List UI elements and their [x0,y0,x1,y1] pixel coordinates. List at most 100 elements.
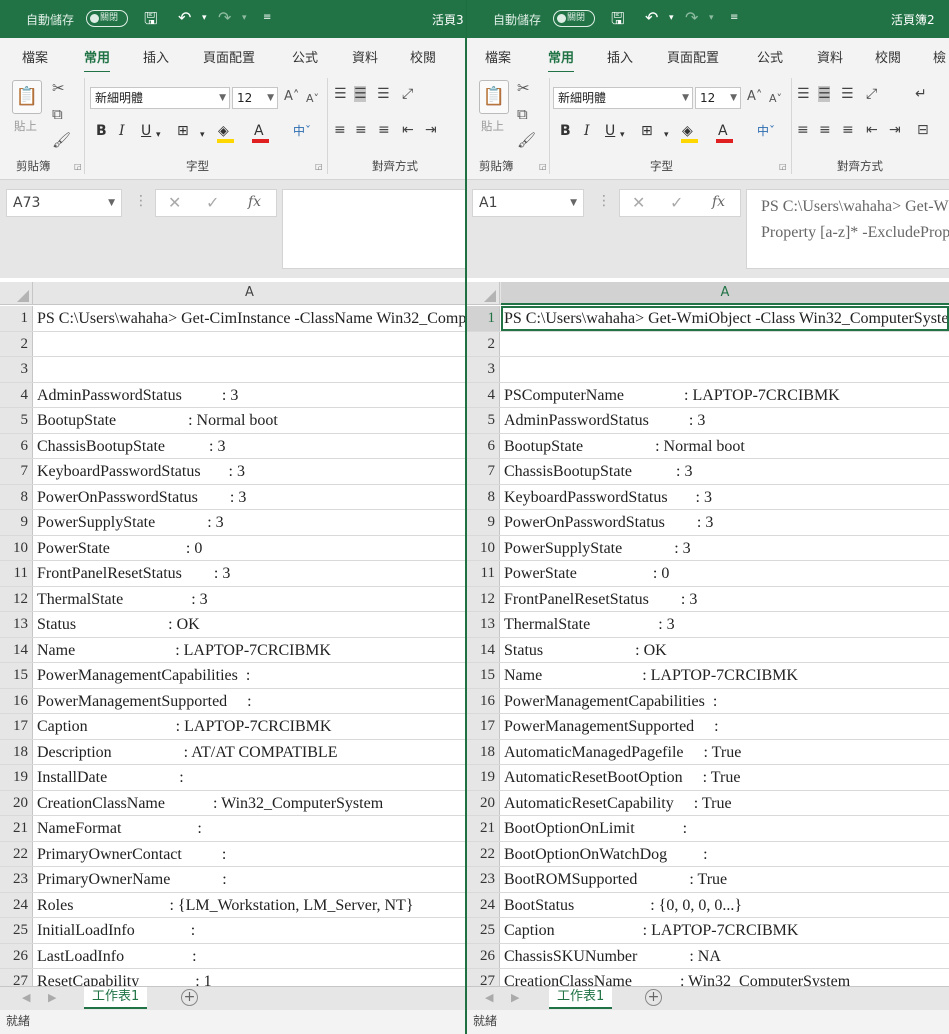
cell[interactable]: Status : OK [501,638,949,663]
row-header[interactable]: 18 [467,739,500,764]
column-header-a[interactable]: A [501,282,949,305]
cell[interactable]: PrimaryOwnerName : [34,867,465,892]
enter-icon[interactable]: ✓ [670,193,683,212]
tab-review[interactable]: 校閱 [410,47,436,66]
cell[interactable]: BootROMSupported : True [501,867,949,892]
tab-insert[interactable]: 插入 [143,47,169,66]
cell[interactable]: FrontPanelResetStatus : 3 [34,561,465,586]
row-header[interactable]: 16 [0,688,33,713]
cell[interactable]: AdminPasswordStatus : 3 [501,408,949,433]
row-header[interactable]: 27 [467,969,500,986]
tab-file[interactable]: 檔案 [485,47,511,66]
align-center-icon[interactable]: ≡ [819,122,831,138]
clipboard-launcher-icon[interactable]: ◲ [539,162,547,171]
row-header[interactable]: 2 [467,331,500,356]
font-launcher-icon[interactable]: ◲ [315,162,323,171]
tab-view[interactable]: 檢 [933,47,946,66]
cell[interactable]: AutomaticResetBootOption : True [501,765,949,790]
row-header[interactable]: 2 [0,331,33,356]
row-header[interactable]: 14 [0,637,33,662]
row-header[interactable]: 16 [467,688,500,713]
italic-button[interactable]: I [584,123,590,139]
row-header[interactable]: 5 [467,408,500,433]
align-top-icon[interactable]: ☰ [797,86,810,102]
row-header[interactable]: 22 [467,841,500,866]
tab-file[interactable]: 檔案 [22,47,48,66]
cell[interactable]: ChassisBootupState : 3 [501,459,949,484]
align-right-icon[interactable]: ≡ [378,122,390,138]
border-icon[interactable]: ⊞ [177,123,189,139]
tab-formulas[interactable]: 公式 [757,47,783,66]
border-icon[interactable]: ⊞ [641,123,653,139]
cell[interactable]: BootOptionOnWatchDog : [501,842,949,867]
cell[interactable]: ChassisBootupState : 3 [34,434,465,459]
row-header[interactable]: 15 [0,663,33,688]
tab-home[interactable]: 常用 [548,47,575,73]
row-header[interactable]: 12 [467,586,500,611]
wrap-text-icon[interactable]: ↵ [915,86,927,102]
cell[interactable]: PowerManagementSupported : [501,714,949,739]
cell[interactable]: FrontPanelResetStatus : 3 [501,587,949,612]
cancel-icon[interactable]: ✕ [632,193,645,212]
row-header[interactable]: 17 [467,714,500,739]
autosave-toggle[interactable]: 關閉 [86,10,128,27]
enter-icon[interactable]: ✓ [206,193,219,212]
cell[interactable]: Description : AT/AT COMPATIBLE [34,740,465,765]
name-box[interactable]: A1 ▼ [472,189,584,217]
cell[interactable]: InitialLoadInfo : [34,918,465,943]
cell[interactable]: Caption : LAPTOP-7CRCIBMK [34,714,465,739]
tab-review[interactable]: 校閱 [875,47,901,66]
row-header[interactable]: 11 [0,561,33,586]
orientation-icon[interactable]: ⤢ [402,86,413,102]
cell[interactable]: AdminPasswordStatus : 3 [34,383,465,408]
cell[interactable]: PowerState : 0 [34,536,465,561]
row-header[interactable]: 11 [467,561,500,586]
next-sheet-icon[interactable]: ▶ [511,991,519,1004]
row-header[interactable]: 21 [0,816,33,841]
cell[interactable]: PowerOnPasswordStatus : 3 [34,485,465,510]
cut-icon[interactable]: ✂ [517,80,530,96]
cell[interactable]: PowerManagementSupported : [34,689,465,714]
decrease-indent-icon[interactable]: ⇤ [866,122,878,138]
row-header[interactable]: 18 [0,739,33,764]
cell[interactable]: Caption : LAPTOP-7CRCIBMK [501,918,949,943]
cell[interactable]: NameFormat : [34,816,465,841]
increase-indent-icon[interactable]: ⇥ [889,122,901,138]
align-middle-icon[interactable]: ☰ [354,86,367,102]
row-header[interactable]: 1 [0,306,33,331]
tab-page-layout[interactable]: 頁面配置 [203,47,255,66]
shrink-font-icon[interactable]: A˅ [306,91,319,107]
cell[interactable]: ChassisSKUNumber : NA [501,944,949,969]
cell[interactable]: PowerOnPasswordStatus : 3 [501,510,949,535]
cell[interactable]: AutomaticResetCapability : True [501,791,949,816]
row-header[interactable]: 1 [467,306,500,331]
cell[interactable]: InstallDate : [34,765,465,790]
name-box[interactable]: A73 ▼ [6,189,122,217]
tab-insert[interactable]: 插入 [607,47,633,66]
row-header[interactable]: 20 [0,790,33,815]
formula-input[interactable] [282,189,465,269]
font-name-select[interactable]: 新細明體 ▼ [90,87,230,109]
cell[interactable]: ThermalState : 3 [501,612,949,637]
insert-function-icon[interactable]: fx [712,194,725,210]
cell[interactable]: ResetCapability : 1 [34,969,465,986]
prev-sheet-icon[interactable]: ◀ [485,991,493,1004]
cell[interactable]: PowerState : 0 [501,561,949,586]
cell[interactable]: Status : OK [34,612,465,637]
undo-dropdown-icon[interactable]: ▾ [202,13,207,23]
row-header[interactable]: 20 [467,790,500,815]
underline-button[interactable]: U [605,123,615,139]
tab-formulas[interactable]: 公式 [292,47,318,66]
cell[interactable]: KeyboardPasswordStatus : 3 [501,485,949,510]
row-header[interactable]: 5 [0,408,33,433]
column-header-a[interactable]: A [34,282,465,305]
row-header[interactable]: 23 [467,867,500,892]
row-header[interactable]: 9 [467,510,500,535]
row-header[interactable]: 27 [0,969,33,986]
row-header[interactable]: 8 [467,484,500,509]
select-all-button[interactable] [467,282,500,305]
customize-qat-icon[interactable]: ≡ [730,12,738,23]
row-header[interactable]: 10 [0,535,33,560]
cell[interactable]: ThermalState : 3 [34,587,465,612]
shrink-font-icon[interactable]: A˅ [769,91,782,107]
